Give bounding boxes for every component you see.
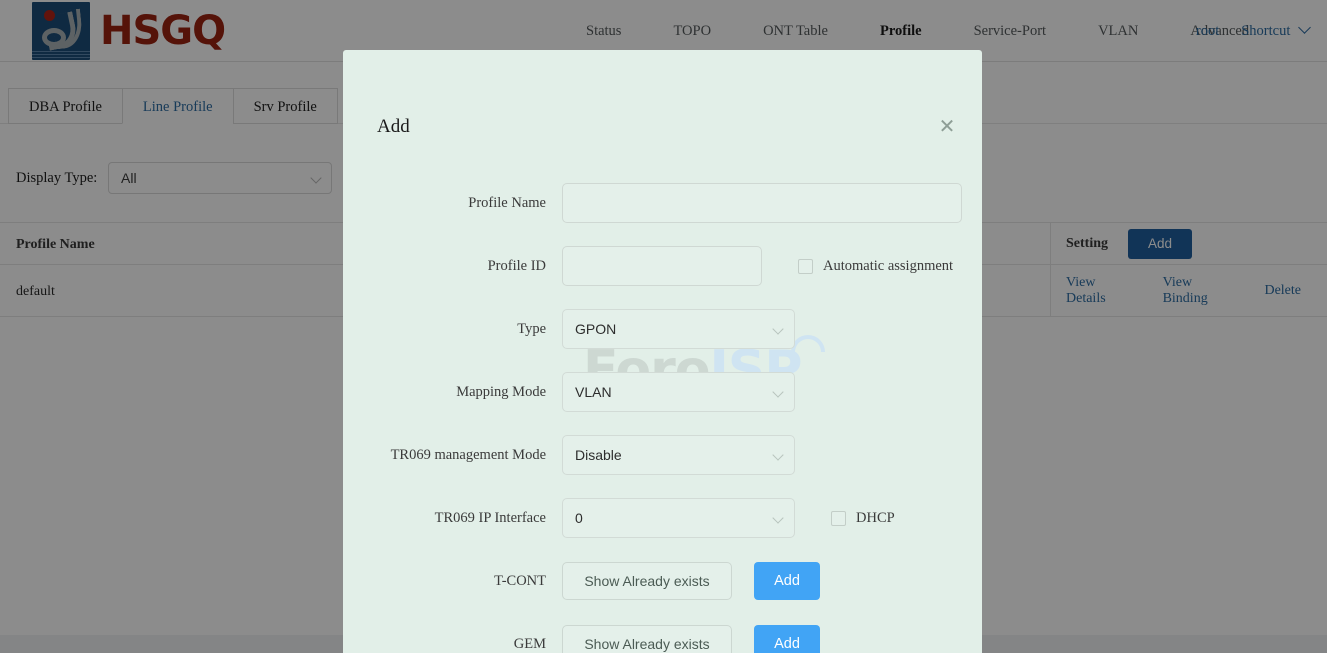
gem-add-button[interactable]: Add	[754, 625, 820, 653]
chevron-down-icon	[772, 323, 784, 335]
dhcp-checkbox[interactable]	[831, 510, 846, 526]
label-mapping-mode: Mapping Mode	[456, 383, 546, 400]
add-line-profile-dialog: ForoISP Add ✕ Profile Name Profile ID Au…	[343, 50, 982, 653]
automatic-assignment-checkbox[interactable]	[798, 258, 813, 274]
dhcp-label: DHCP	[856, 509, 895, 526]
label-type: Type	[517, 320, 546, 337]
profile-id-input[interactable]	[562, 246, 762, 286]
label-tcont: T-CONT	[494, 572, 546, 589]
gem-show-existing-button[interactable]: Show Already exists	[562, 625, 732, 653]
field-row-profile-id: Profile ID Automatic assignment	[343, 242, 982, 290]
tr069-ip-interface-select[interactable]: 0	[562, 498, 795, 538]
field-row-type: Type GPON	[343, 305, 982, 353]
dhcp-checkbox-wrap[interactable]: DHCP	[831, 510, 895, 527]
label-gem: GEM	[513, 635, 546, 652]
automatic-assignment-checkbox-wrap[interactable]: Automatic assignment	[798, 258, 953, 275]
chevron-down-icon	[772, 386, 784, 398]
add-profile-form: Profile Name Profile ID Automatic assign…	[343, 50, 982, 653]
tcont-add-button[interactable]: Add	[754, 562, 820, 600]
field-row-tr069-management-mode: TR069 management Mode Disable	[343, 431, 982, 479]
label-profile-id: Profile ID	[487, 257, 546, 274]
profile-name-input[interactable]	[562, 183, 962, 223]
field-row-tcont: T-CONT Show Already exists Add	[343, 557, 982, 605]
app-root: HSGQ Status TOPO ONT Table Profile Servi…	[0, 0, 1327, 653]
label-profile-name: Profile Name	[468, 194, 546, 211]
field-row-tr069-ip-interface: TR069 IP Interface 0 DHCP	[343, 494, 982, 542]
field-row-gem: GEM Show Already exists Add	[343, 620, 982, 653]
tcont-show-existing-button[interactable]: Show Already exists	[562, 562, 732, 600]
tr069-ip-interface-value: 0	[575, 510, 583, 526]
chevron-down-icon	[772, 512, 784, 524]
mapping-mode-select-value: VLAN	[575, 384, 612, 400]
field-row-mapping-mode: Mapping Mode VLAN	[343, 368, 982, 416]
automatic-assignment-label: Automatic assignment	[823, 257, 954, 274]
mapping-mode-select[interactable]: VLAN	[562, 372, 795, 412]
label-tr069-management-mode: TR069 management Mode	[390, 446, 546, 463]
type-select[interactable]: GPON	[562, 309, 795, 349]
field-row-profile-name: Profile Name	[343, 179, 982, 227]
label-tr069-ip-interface: TR069 IP Interface	[434, 509, 546, 526]
tr069-management-mode-select[interactable]: Disable	[562, 435, 795, 475]
chevron-down-icon	[772, 449, 784, 461]
tr069-management-mode-value: Disable	[575, 447, 622, 463]
type-select-value: GPON	[575, 321, 617, 337]
